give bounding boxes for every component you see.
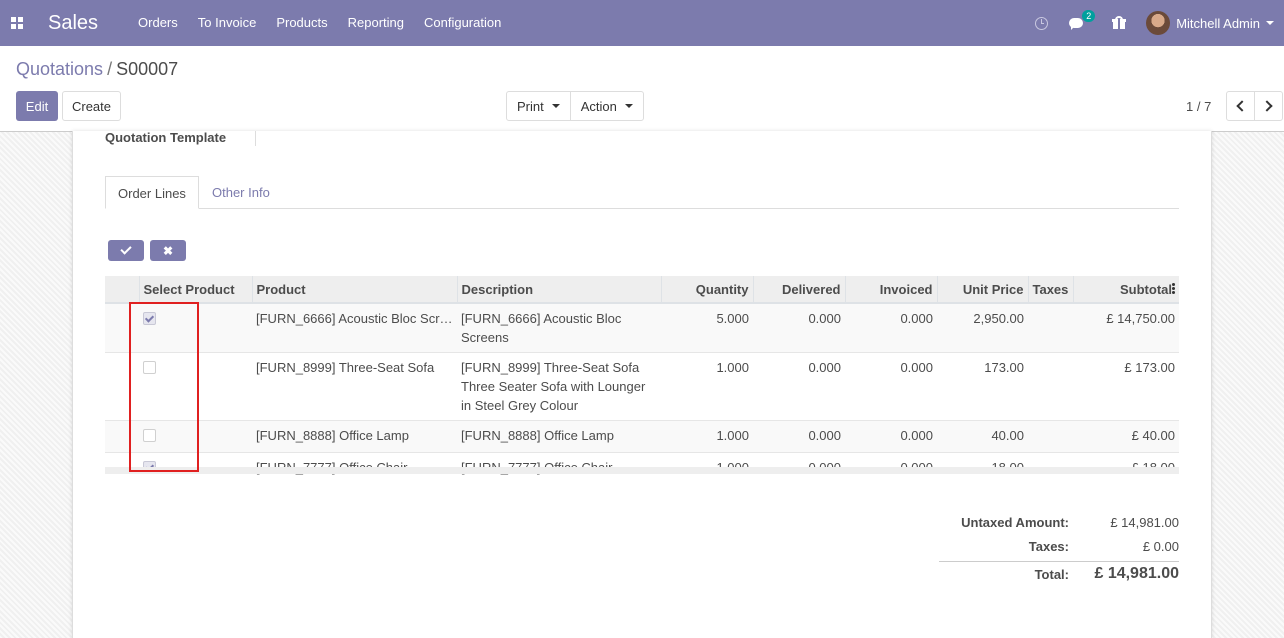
select-product-highlight-box xyxy=(129,302,199,472)
delivered-cell[interactable]: 0.000 xyxy=(753,302,845,353)
menu-products[interactable]: Products xyxy=(266,0,337,46)
table-footer xyxy=(105,467,1179,474)
column-header-invoiced[interactable]: Invoiced xyxy=(844,276,937,304)
untaxed-amount-label: Untaxed Amount: xyxy=(961,514,1069,530)
pager-next-button[interactable] xyxy=(1254,91,1283,121)
save-lines-button[interactable] xyxy=(108,240,144,261)
column-header-taxes[interactable]: Taxes xyxy=(1027,276,1073,304)
description-cell[interactable]: [FURN_6666] Acoustic Bloc Screens xyxy=(457,302,661,353)
print-action-group: Print Action xyxy=(506,91,644,121)
activity-clock-icon[interactable] xyxy=(1035,16,1049,30)
main-menu: Orders To Invoice Products Reporting Con… xyxy=(128,0,511,46)
tab-order-lines[interactable]: Order Lines xyxy=(105,176,199,209)
optional-columns-icon[interactable] xyxy=(1172,282,1175,295)
delivered-cell[interactable]: 0.000 xyxy=(753,352,845,421)
quotation-template-label: Quotation Template xyxy=(105,130,227,145)
user-name[interactable]: Mitchell Admin xyxy=(1176,16,1260,31)
breadcrumb-separator: / xyxy=(107,59,113,79)
breadcrumb-quotations[interactable]: Quotations xyxy=(16,59,103,79)
delivered-cell[interactable]: 0.000 xyxy=(753,420,845,453)
total-value: £ 14,981.00 xyxy=(1094,565,1179,582)
avatar[interactable] xyxy=(1146,11,1171,35)
column-header-unit-price[interactable]: Unit Price xyxy=(936,276,1028,304)
taxes-cell[interactable] xyxy=(1028,420,1073,453)
menu-reporting[interactable]: Reporting xyxy=(338,0,414,46)
taxes-cell[interactable] xyxy=(1028,352,1073,421)
pager-previous-button[interactable] xyxy=(1226,91,1255,121)
messaging-menu[interactable]: 2 xyxy=(1069,10,1096,30)
column-header-product[interactable]: Product xyxy=(251,276,457,304)
subtotal-cell: £ 40.00 xyxy=(1073,420,1179,453)
gift-icon[interactable] xyxy=(1112,16,1127,29)
taxes-label: Taxes: xyxy=(1028,538,1069,554)
column-header-delivered[interactable]: Delivered xyxy=(752,276,845,304)
table-row[interactable]: [FURN_8999] Three-Seat Sofa [FURN_8999] … xyxy=(105,352,1179,421)
check-icon xyxy=(120,243,132,255)
edit-button[interactable]: Edit xyxy=(16,91,58,121)
column-header-subtotal[interactable]: Subtotal xyxy=(1072,276,1179,304)
create-button[interactable]: Create xyxy=(62,91,121,121)
print-label: Print xyxy=(517,98,544,114)
menu-configuration[interactable]: Configuration xyxy=(414,0,511,46)
subtotal-cell: £ 14,750.00 xyxy=(1073,302,1179,353)
total-row: Total: £ 14,981.00 xyxy=(939,562,1179,586)
unit-price-cell[interactable]: 40.00 xyxy=(937,420,1028,453)
app-title[interactable]: Sales xyxy=(48,12,98,35)
menu-orders[interactable]: Orders xyxy=(128,0,188,46)
description-cell[interactable]: [FURN_8999] Three-Seat Sofa Three Seater… xyxy=(457,352,661,421)
discard-lines-button[interactable]: ✖ xyxy=(150,240,186,261)
subtotal-cell: £ 173.00 xyxy=(1073,352,1179,421)
column-header-handle xyxy=(105,276,139,304)
column-header-description[interactable]: Description xyxy=(456,276,661,304)
notebook-tabs: Order Lines Other Info xyxy=(105,176,1179,209)
chat-icon xyxy=(1069,18,1084,30)
description-cell[interactable]: [FURN_8888] Office Lamp xyxy=(457,420,661,453)
top-navbar: Sales Orders To Invoice Products Reporti… xyxy=(0,0,1284,46)
quantity-cell[interactable]: 1.000 xyxy=(661,352,753,421)
divider xyxy=(255,131,256,146)
chevron-left-icon xyxy=(1236,100,1248,112)
quantity-cell[interactable]: 1.000 xyxy=(661,420,753,453)
menu-to-invoice[interactable]: To Invoice xyxy=(188,0,267,46)
taxes-value: £ 0.00 xyxy=(1142,538,1179,554)
column-header-select-product[interactable]: Select Product xyxy=(138,276,252,304)
unit-price-cell[interactable]: 2,950.00 xyxy=(937,302,1028,353)
product-cell[interactable]: [FURN_6666] Acoustic Bloc Screens xyxy=(252,302,457,353)
unit-price-cell[interactable]: 173.00 xyxy=(937,352,1028,421)
order-lines-table: Select Product Product Description Quant… xyxy=(105,276,1179,484)
taxes-row: Taxes: £ 0.00 xyxy=(939,534,1179,558)
table-row[interactable]: [FURN_6666] Acoustic Bloc Screens [FURN_… xyxy=(105,302,1179,353)
chevron-right-icon xyxy=(1261,100,1273,112)
action-label: Action xyxy=(580,98,617,114)
invoiced-cell[interactable]: 0.000 xyxy=(845,420,937,453)
product-cell[interactable]: [FURN_8888] Office Lamp xyxy=(252,420,457,453)
taxes-cell[interactable] xyxy=(1028,302,1073,353)
pager-value[interactable]: 1 / 7 xyxy=(1186,99,1211,114)
table-header-row: Select Product Product Description Quant… xyxy=(105,276,1179,304)
untaxed-amount-row: Untaxed Amount: £ 14,981.00 xyxy=(939,510,1179,534)
tab-other-info[interactable]: Other Info xyxy=(200,176,282,209)
quantity-cell[interactable]: 5.000 xyxy=(661,302,753,353)
message-count-badge: 2 xyxy=(1082,10,1096,22)
navbar-systray: 2 Mitchell Admin xyxy=(1035,0,1284,46)
close-icon: ✖ xyxy=(162,243,174,258)
column-header-quantity[interactable]: Quantity xyxy=(660,276,753,304)
product-cell[interactable]: [FURN_8999] Three-Seat Sofa xyxy=(252,352,457,421)
table-row[interactable]: [FURN_8888] Office Lamp [FURN_8888] Offi… xyxy=(105,420,1179,453)
breadcrumb: Quotations / S00007 xyxy=(16,59,178,80)
breadcrumb-current: S00007 xyxy=(116,59,179,79)
action-dropdown[interactable]: Action xyxy=(569,92,643,120)
order-totals: Untaxed Amount: £ 14,981.00 Taxes: £ 0.0… xyxy=(939,510,1179,586)
invoiced-cell[interactable]: 0.000 xyxy=(845,302,937,353)
caret-down-icon[interactable] xyxy=(1266,21,1274,25)
total-label: Total: xyxy=(1034,566,1069,582)
subtotal-header-label: Subtotal xyxy=(1120,281,1172,297)
invoiced-cell[interactable]: 0.000 xyxy=(845,352,937,421)
caret-down-icon xyxy=(551,104,560,108)
apps-menu-icon[interactable] xyxy=(11,17,23,29)
print-dropdown[interactable]: Print xyxy=(507,92,570,120)
caret-down-icon xyxy=(624,104,633,108)
untaxed-amount-value: £ 14,981.00 xyxy=(1110,514,1179,530)
